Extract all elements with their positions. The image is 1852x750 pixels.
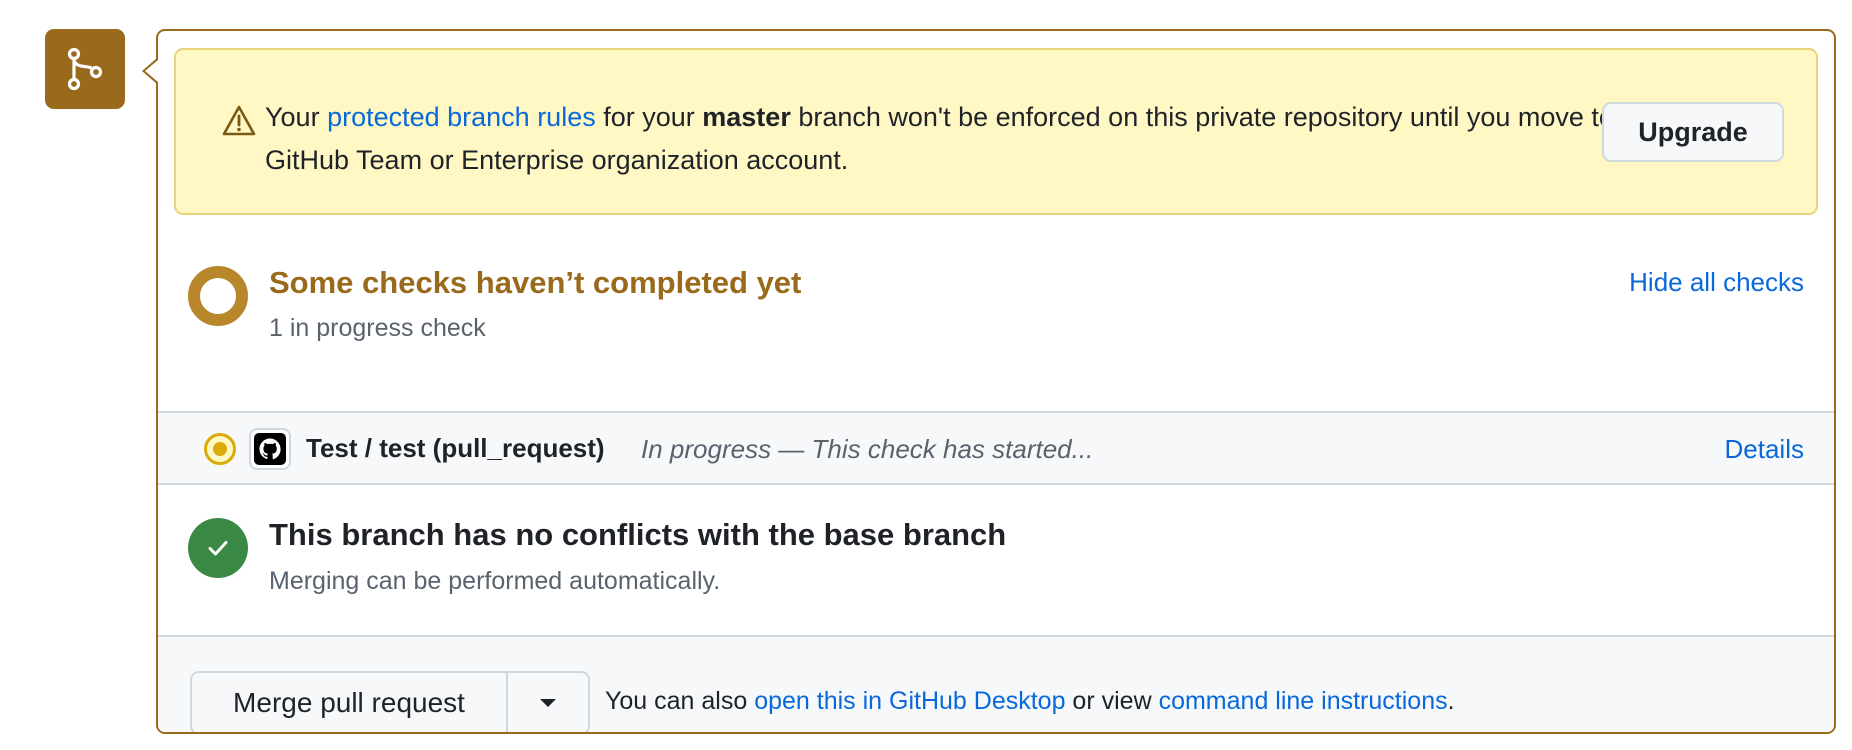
check-row: Test / test (pull_request) In progress —… bbox=[158, 411, 1834, 485]
check-details-link[interactable]: Details bbox=[1725, 434, 1804, 465]
git-merge-icon-tile bbox=[45, 29, 125, 109]
footer-text: . bbox=[1447, 687, 1455, 715]
merge-status-title: This branch has no conflicts with the ba… bbox=[269, 517, 1007, 552]
warning-text: for your bbox=[595, 102, 703, 132]
merge-box: Your protected branch rules for your mas… bbox=[156, 29, 1836, 734]
chevron-down-icon bbox=[540, 699, 556, 707]
github-actions-avatar bbox=[249, 428, 291, 470]
github-icon bbox=[254, 433, 286, 465]
merge-button-group: Merge pull request bbox=[190, 671, 590, 732]
merge-method-dropdown[interactable] bbox=[508, 673, 588, 732]
command-line-instructions-link[interactable]: command line instructions bbox=[1159, 687, 1448, 715]
success-check-icon bbox=[188, 518, 248, 578]
git-branch-icon bbox=[67, 47, 103, 91]
checks-title: Some checks haven’t completed yet bbox=[269, 265, 802, 300]
merge-conflict-status: This branch has no conflicts with the ba… bbox=[158, 485, 1834, 635]
protected-branch-rules-link[interactable]: protected branch rules bbox=[327, 102, 596, 132]
checks-summary: Some checks haven’t completed yet 1 in p… bbox=[158, 231, 1834, 411]
branch-name: master bbox=[702, 102, 791, 132]
panel-caret-inner bbox=[145, 60, 158, 82]
footer-text: or view bbox=[1065, 687, 1159, 715]
pending-status-icon bbox=[188, 266, 248, 326]
open-in-desktop-link[interactable]: open this in GitHub Desktop bbox=[754, 687, 1065, 715]
checkmark-icon bbox=[208, 541, 228, 556]
footer-text: You can also bbox=[605, 687, 755, 715]
hide-all-checks-link[interactable]: Hide all checks bbox=[1629, 267, 1804, 298]
merge-status-subtitle: Merging can be performed automatically. bbox=[269, 567, 721, 595]
check-name: Test / test (pull_request) bbox=[306, 433, 605, 463]
warning-text: Your bbox=[265, 102, 328, 132]
alternate-merge-text: You can also open this in GitHub Desktop… bbox=[605, 687, 1455, 716]
check-status-text: In progress — This check has started... bbox=[641, 434, 1094, 464]
merge-pull-request-button[interactable]: Merge pull request bbox=[192, 673, 508, 732]
alert-triangle-icon bbox=[222, 105, 256, 136]
protected-branch-warning: Your protected branch rules for your mas… bbox=[174, 48, 1818, 215]
upgrade-button[interactable]: Upgrade bbox=[1602, 102, 1784, 162]
checks-subtitle: 1 in progress check bbox=[269, 314, 486, 342]
warning-message: Your protected branch rules for your mas… bbox=[265, 96, 1645, 182]
merge-actions-footer: Merge pull request You can also open thi… bbox=[158, 635, 1834, 732]
in-progress-dot-icon bbox=[204, 433, 236, 465]
